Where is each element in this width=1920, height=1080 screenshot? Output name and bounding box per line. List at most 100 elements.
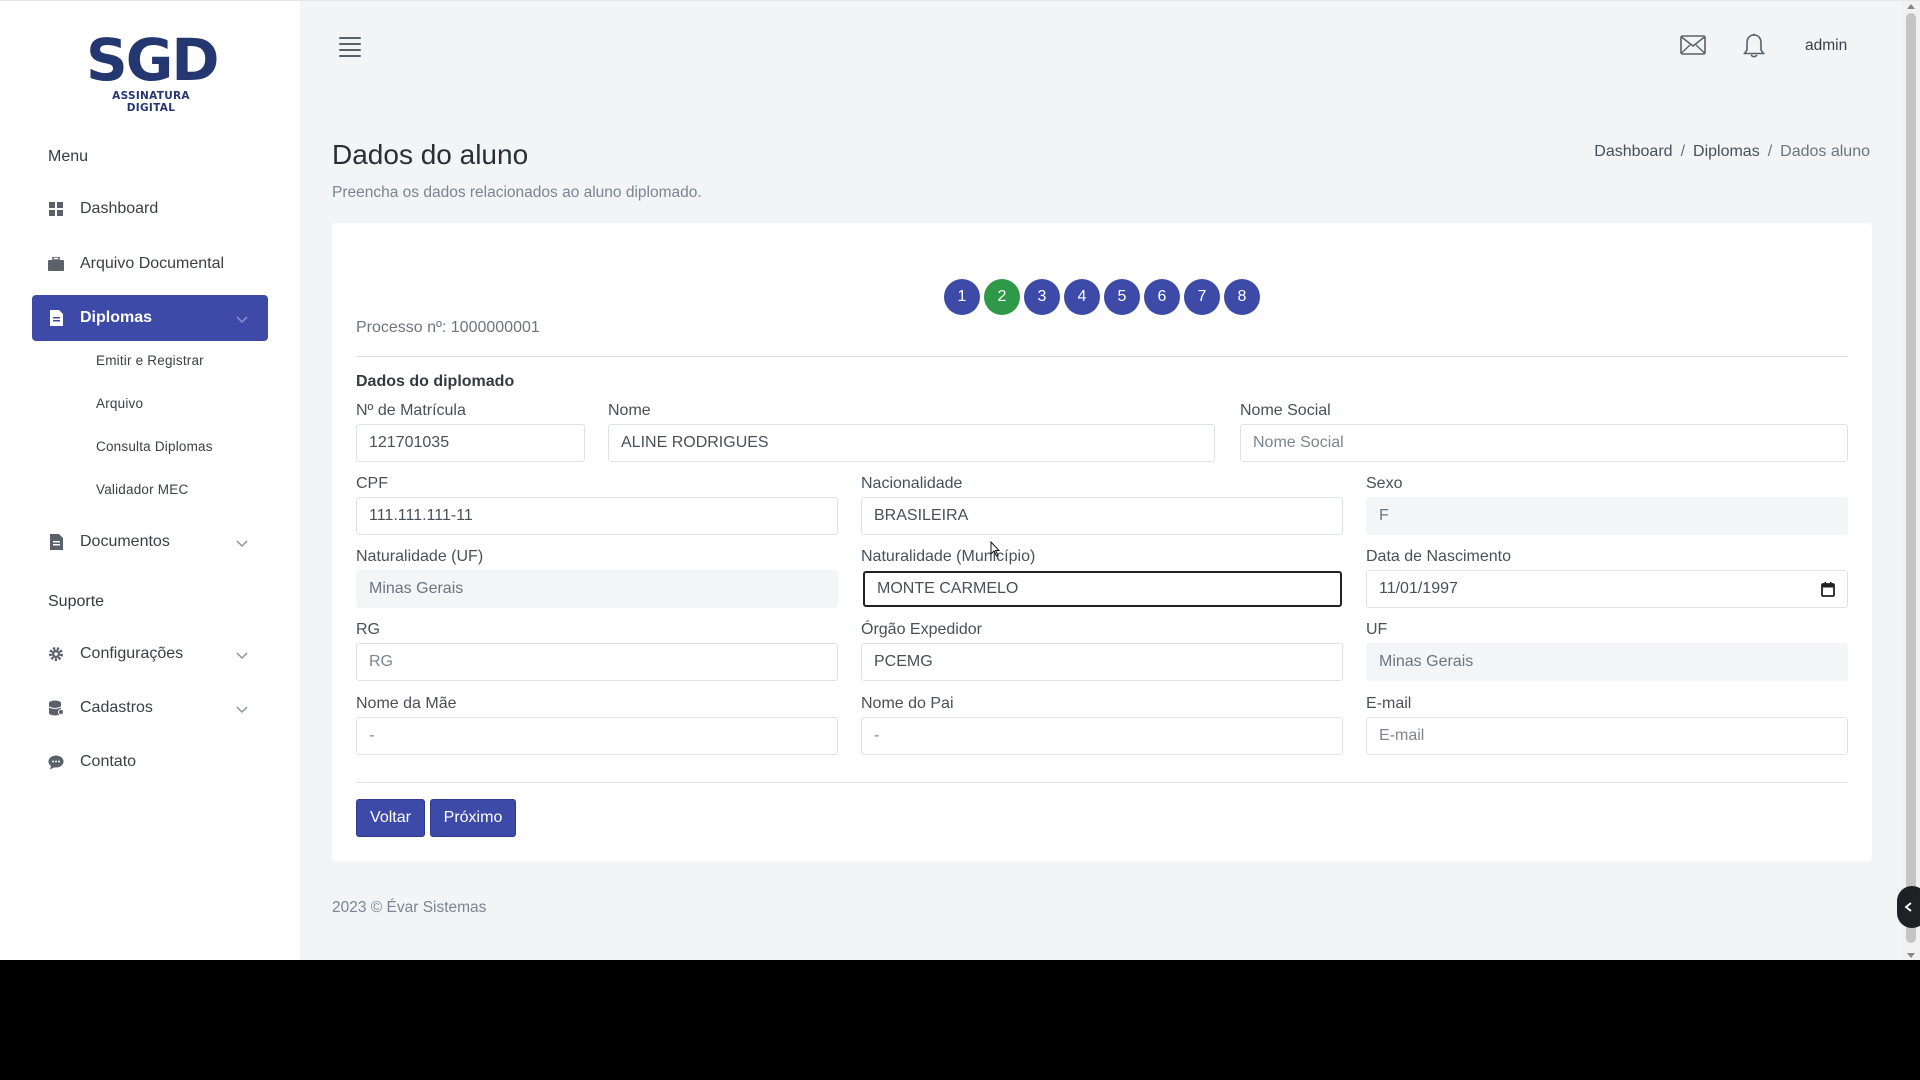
section-title: Dados do diplomado [356, 373, 515, 390]
step-5[interactable]: 5 [1104, 279, 1140, 315]
breadcrumb-diplomas[interactable]: Diplomas [1693, 143, 1760, 161]
email-field[interactable]: E-mail [1366, 717, 1848, 755]
footer-copyright: 2023 © Évar Sistemas [332, 899, 487, 916]
nome-mae-label: Nome da Mãe [356, 695, 457, 712]
nacionalidade-label: Nacionalidade [861, 475, 963, 492]
naturalidade-municipio-field[interactable]: MONTE CARMELO [863, 571, 1342, 607]
divider [356, 782, 1848, 783]
email-label: E-mail [1366, 695, 1412, 712]
gear-icon [48, 646, 64, 662]
sidebar-item-label: Configurações [80, 645, 184, 662]
nome-mae-field[interactable]: - [356, 717, 838, 755]
breadcrumb-dashboard[interactable]: Dashboard [1594, 143, 1672, 161]
briefcase-icon [48, 256, 64, 272]
sidebar-subitem-arquivo[interactable]: Arquivo [96, 396, 143, 411]
breadcrumb-current: Dados aluno [1780, 143, 1870, 160]
settings-panel-toggle[interactable] [1897, 886, 1920, 928]
back-button[interactable]: Voltar [356, 799, 425, 837]
rg-label: RG [356, 621, 380, 638]
database-icon [48, 700, 64, 716]
mail-icon[interactable] [1680, 35, 1706, 60]
menu-section-title: Menu [48, 148, 89, 165]
chevron-down-icon [236, 311, 248, 329]
divider [356, 356, 1848, 357]
breadcrumb-separator: / [1680, 143, 1686, 160]
cpf-field[interactable]: 111.111.111-11 [356, 497, 838, 535]
step-4[interactable]: 4 [1064, 279, 1100, 315]
document-icon [48, 310, 64, 326]
uf-label: UF [1366, 621, 1388, 638]
data-nascimento-label: Data de Nascimento [1366, 548, 1511, 565]
sidebar-item-label: Contato [80, 753, 137, 770]
cpf-label: CPF [356, 475, 388, 492]
nome-social-label: Nome Social [1240, 402, 1331, 419]
sidebar-subitem-emitir-registrar[interactable]: Emitir e Registrar [96, 353, 204, 368]
grid-icon [48, 201, 64, 217]
next-button[interactable]: Próximo [430, 799, 516, 837]
orgao-expedidor-field[interactable]: PCEMG [861, 643, 1343, 681]
nome-label: Nome [608, 402, 651, 419]
step-1[interactable]: 1 [944, 279, 980, 315]
step-8[interactable]: 8 [1224, 279, 1260, 315]
rg-field[interactable]: RG [356, 643, 838, 681]
brand-name: SGD [86, 26, 220, 94]
scrollbar-thumb[interactable] [1906, 13, 1916, 943]
step-7[interactable]: 7 [1184, 279, 1220, 315]
nome-social-field[interactable]: Nome Social [1240, 424, 1848, 462]
nome-pai-label: Nome do Pai [861, 695, 954, 712]
breadcrumb-separator: / [1767, 143, 1773, 160]
mouse-cursor-icon [990, 540, 1001, 562]
sidebar-item-arquivo-documental[interactable]: Arquivo Documental [32, 241, 268, 287]
vertical-scrollbar[interactable] [1902, 1, 1920, 960]
page-subtitle: Preencha os dados relacionados ao aluno … [332, 184, 702, 201]
user-menu[interactable]: admin [1805, 37, 1847, 55]
data-nascimento-value: 11/01/1997 [1379, 580, 1458, 597]
chat-icon [48, 754, 64, 770]
naturalidade-uf-select[interactable]: Minas Gerais [356, 570, 838, 608]
scroll-up-icon[interactable] [1907, 4, 1915, 9]
sidebar-item-label: Diplomas [80, 309, 153, 326]
stepper: 1 2 3 4 5 6 7 8 [944, 279, 1260, 315]
calendar-icon[interactable] [1821, 582, 1835, 602]
menu-toggle-icon[interactable] [339, 37, 361, 57]
matricula-field[interactable]: 121701035 [356, 424, 585, 462]
chevron-down-icon [236, 535, 248, 553]
nome-pai-field[interactable]: - [861, 717, 1343, 755]
naturalidade-uf-label: Naturalidade (UF) [356, 548, 484, 565]
sidebar-item-label: Dashboard [80, 200, 159, 217]
naturalidade-municipio-label: Naturalidade (Município) [861, 548, 1036, 565]
support-section-title: Suporte [48, 593, 105, 610]
orgao-expedidor-label: Órgão Expedidor [861, 621, 982, 638]
step-2[interactable]: 2 [984, 279, 1020, 315]
sidebar-item-documentos[interactable]: Documentos [32, 519, 268, 565]
step-6[interactable]: 6 [1144, 279, 1180, 315]
form-card: 1 2 3 4 5 6 7 8 Processo nº: 1000000001 … [332, 223, 1872, 861]
breadcrumb: Dashboard / Diplomas / Dados aluno [1594, 143, 1870, 161]
step-3[interactable]: 3 [1024, 279, 1060, 315]
process-number: Processo nº: 1000000001 [356, 319, 540, 336]
sidebar-item-diplomas[interactable]: Diplomas [32, 295, 268, 341]
uf-select[interactable]: Minas Gerais [1366, 643, 1848, 681]
nacionalidade-field[interactable]: BRASILEIRA [861, 497, 1343, 535]
nome-field[interactable]: ALINE RODRIGUES [608, 424, 1215, 462]
sidebar-item-configuracoes[interactable]: Configurações [32, 631, 268, 677]
sidebar-item-cadastros[interactable]: Cadastros [32, 685, 268, 731]
sidebar-item-contato[interactable]: Contato [32, 739, 268, 785]
chevron-down-icon [236, 647, 248, 665]
sidebar-item-label: Documentos [80, 533, 170, 550]
data-nascimento-field[interactable]: 11/01/1997 [1366, 570, 1848, 608]
sexo-label: Sexo [1366, 475, 1403, 492]
scroll-down-icon[interactable] [1907, 953, 1915, 958]
bell-icon[interactable] [1742, 33, 1766, 64]
page-title: Dados do aluno [332, 139, 529, 170]
topbar: admin [300, 1, 1900, 91]
sidebar-subitem-consulta-diplomas[interactable]: Consulta Diplomas [96, 439, 213, 454]
file-icon [48, 534, 64, 550]
sidebar-item-label: Cadastros [80, 699, 153, 716]
sidebar-item-dashboard[interactable]: Dashboard [32, 186, 268, 232]
sidebar-item-label: Arquivo Documental [80, 255, 225, 272]
brand-logo[interactable]: SGD ASSINATURA DIGITAL [86, 26, 220, 114]
sidebar-subitem-validador-mec[interactable]: Validador MEC [96, 482, 188, 497]
sexo-select[interactable]: F [1366, 497, 1848, 535]
sidebar: SGD ASSINATURA DIGITAL Menu Dashboard Ar… [0, 1, 300, 960]
